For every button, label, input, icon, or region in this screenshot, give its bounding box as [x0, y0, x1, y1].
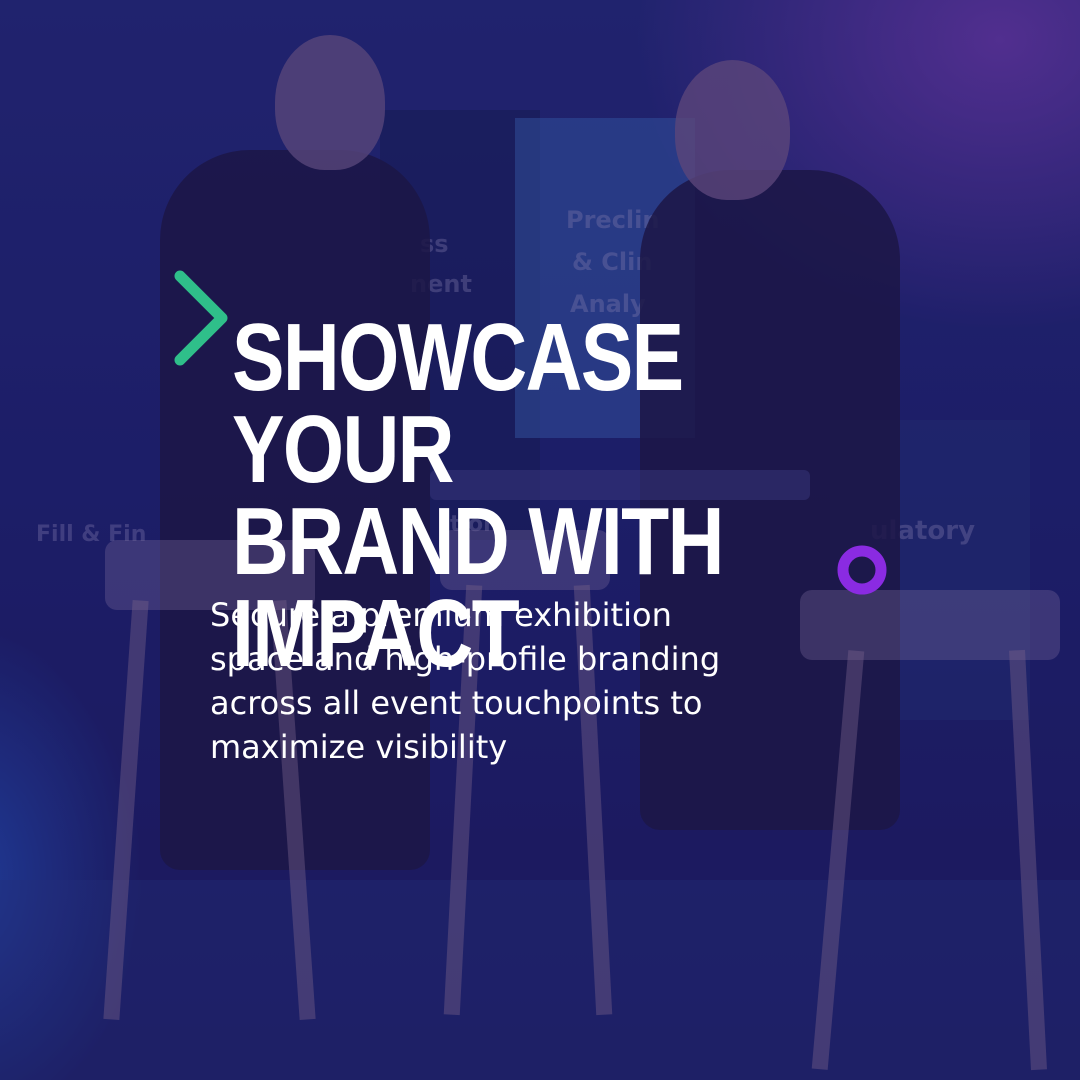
body-line: space and high-profile branding [210, 640, 721, 678]
body-line: across all event touchpoints to [210, 684, 703, 722]
right-arrow-icon [0, 270, 228, 366]
promo-slide: Preclin & Clin Analy ss nent Fill & Fin … [0, 0, 1080, 1080]
body-line: maximize visibility [210, 728, 508, 766]
body-line: Secure a premium exhibition [210, 596, 672, 634]
headline-line: SHOWCASE YOUR [232, 304, 684, 503]
circle-node-icon [837, 545, 1080, 595]
body-copy: Secure a premium exhibition space and hi… [210, 593, 830, 769]
